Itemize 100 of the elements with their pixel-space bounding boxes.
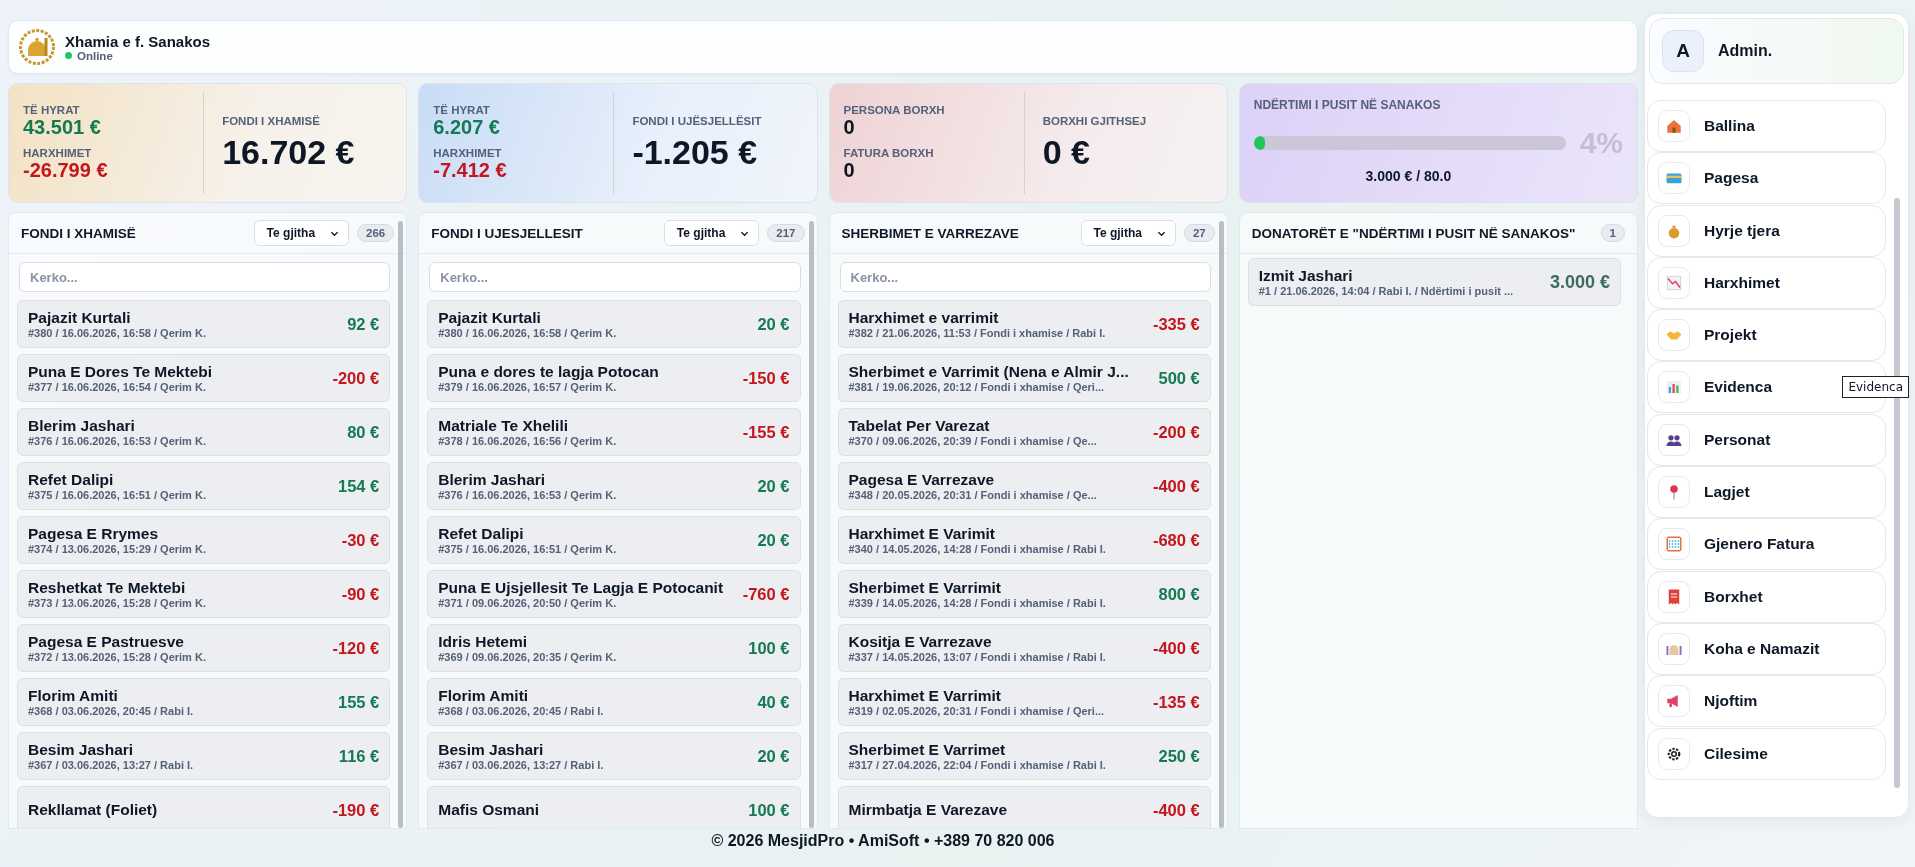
search-field[interactable]: Kerko... bbox=[429, 262, 801, 292]
entry-name: Mafis Osmani bbox=[438, 801, 541, 819]
transaction-card[interactable]: Harxhimet E Varrimit #319 / 02.05.2026, 20:31 / Fondi i xhamise / Qeri... -135 € bbox=[837, 678, 1211, 726]
entry-amount: -680 € bbox=[1152, 530, 1200, 550]
stat-label: PERSONA BORXH bbox=[843, 104, 946, 116]
transaction-card[interactable]: Puna E Dores Te Mektebi #377 / 16.06.2026, 16:54 / Qerim K. -200 € bbox=[17, 354, 391, 402]
entry-details: #317 / 27.04.2026, 22:04 / Fondi i xhamise / Rabi I. bbox=[848, 759, 1107, 771]
nav-item[interactable]: Hyrje tjera bbox=[1647, 204, 1886, 257]
search-field[interactable]: Kerko... bbox=[839, 262, 1211, 292]
entry-details: #378 / 16.06.2026, 16:56 / Qerim K. bbox=[438, 435, 618, 447]
transaction-card[interactable]: Pajazit Kurtali #380 / 16.06.2026, 16:58 / Qerim K. 20 € bbox=[427, 300, 801, 348]
transaction-card[interactable]: Pagesa E Pastruesve #372 / 13.06.2026, 15:28 / Qerim K. -120 € bbox=[17, 624, 391, 672]
entry-amount: 92 € bbox=[347, 314, 380, 334]
nav-item[interactable]: Projekt bbox=[1647, 309, 1886, 362]
transaction-card[interactable]: Florim Amiti #368 / 03.06.2026, 20:45 / Rabi I. 155 € bbox=[17, 678, 391, 726]
scrollbar[interactable] bbox=[808, 221, 814, 828]
entry-details: #319 / 02.05.2026, 20:31 / Fondi i xhamise / Qeri... bbox=[848, 705, 1106, 717]
transaction-card[interactable]: Pajazit Kurtali #380 / 16.06.2026, 16:58 / Qerim K. 92 € bbox=[17, 300, 391, 348]
entry-details: #380 / 16.06.2026, 16:58 / Qerim K. bbox=[28, 327, 207, 339]
transaction-card[interactable]: Blerim Jashari #376 / 16.06.2026, 16:53 / Qerim K. 80 € bbox=[17, 408, 391, 456]
mosque-logo bbox=[19, 29, 55, 65]
entry-name: Harxhimet E Varrimit bbox=[848, 687, 1002, 705]
entry-name: Mirmbatja E Varezave bbox=[848, 801, 1009, 819]
scrollbar[interactable] bbox=[398, 221, 404, 828]
transaction-card[interactable]: Puna E Ujsjellesit Te Lagja E Potocanit #371 / 09.06.2026, 20:50 / Qerim K. -760 € bbox=[427, 570, 801, 618]
transaction-card[interactable]: Rekllamat (Foliet) -190 € bbox=[17, 786, 391, 828]
stat-value: -7.412 € bbox=[433, 159, 508, 182]
transaction-card[interactable]: Harxhimet E Varimit #340 / 14.05.2026, 14:28 / Fondi i xhamise / Rabi I. -680 € bbox=[837, 516, 1211, 564]
entry-details: #367 / 03.06.2026, 13:27 / Rabi I. bbox=[28, 759, 195, 771]
entry-details: #381 / 19.06.2026, 20:12 / Fondi i xhamise / Qeri... bbox=[848, 381, 1106, 393]
entry-details: #372 / 13.06.2026, 15:28 / Qerim K. bbox=[28, 651, 207, 663]
status-text: Online bbox=[77, 49, 113, 62]
entry-details: #369 / 09.06.2026, 20:35 / Qerim K. bbox=[438, 651, 618, 663]
stat-label: FATURA BORXH bbox=[843, 147, 935, 159]
nav-item[interactable]: Personat bbox=[1647, 413, 1886, 466]
column-title: DONATORËT E "NDËRTIMI I PUSIT NË SANAKOS" bbox=[1251, 225, 1577, 241]
transaction-card[interactable]: Matriale Te Xhelili #378 / 16.06.2026, 16:56 / Qerim K. -155 € bbox=[427, 408, 801, 456]
transaction-card[interactable]: Harxhimet e varrimit #382 / 21.06.2026, 11:53 / Fondi i xhamise / Rabi I. -335 € bbox=[837, 300, 1211, 348]
transaction-card[interactable]: Sherbimet E Varrimet #317 / 27.04.2026, 22:04 / Fondi i xhamise / Rabi I. 250 € bbox=[837, 732, 1211, 780]
transaction-card[interactable]: Sherbimet e Varrimit (Nena e Almir J... #381 / 19.06.2026, 20:12 / Fondi i xhamise / Qeri... 500 € bbox=[837, 354, 1211, 402]
stat-value: 6.207 € bbox=[433, 116, 501, 139]
nav-item[interactable]: Ballina bbox=[1647, 100, 1886, 152]
entry-amount: -760 € bbox=[742, 584, 790, 604]
entry-amount: -30 € bbox=[341, 530, 380, 550]
nav-item[interactable]: Cilesime bbox=[1647, 727, 1886, 780]
transaction-card[interactable]: Refet Dalipi #375 / 16.06.2026, 16:51 / Qerim K. 20 € bbox=[427, 516, 801, 564]
search-field[interactable]: Kerko... bbox=[19, 262, 391, 292]
filter-dropdown[interactable]: Te gjitha bbox=[663, 220, 760, 246]
entry-details: #340 / 14.05.2026, 14:28 / Fondi i xhamise / Rabi I. bbox=[848, 543, 1107, 555]
filter-dropdown[interactable]: Te gjitha bbox=[253, 220, 350, 246]
entry-amount: 500 € bbox=[1158, 368, 1200, 388]
transaction-card[interactable]: Kositja E Varrezave #337 / 14.05.2026, 13:07 / Fondi i xhamise / Rabi I. -400 € bbox=[837, 624, 1211, 672]
nav-item[interactable]: Pagesa bbox=[1647, 152, 1886, 205]
stat-value: 43.501 € bbox=[23, 116, 102, 139]
transaction-card[interactable]: Refet Dalipi #375 / 16.06.2026, 16:51 / Qerim K. 154 € bbox=[17, 462, 391, 510]
transaction-card[interactable]: Pagesa E Varrezave #348 / 20.05.2026, 20:31 / Fondi i xhamise / Qe... -400 € bbox=[837, 462, 1211, 510]
transaction-card[interactable]: Idris Hetemi #369 / 09.06.2026, 20:35 / Qerim K. 100 € bbox=[427, 624, 801, 672]
filter-dropdown[interactable]: Te gjitha bbox=[1080, 220, 1176, 246]
nav-item[interactable]: Gjenero Fatura bbox=[1647, 518, 1886, 571]
entry-amount: 250 € bbox=[1158, 746, 1200, 766]
entry-details: #370 / 09.06.2026, 20:39 / Fondi i xhamise / Qe... bbox=[848, 435, 1098, 447]
nav-item[interactable]: Njoftim bbox=[1647, 675, 1886, 728]
nav-item[interactable]: Lagjet bbox=[1647, 466, 1886, 519]
scrollbar[interactable] bbox=[1218, 221, 1224, 828]
entry-details: #1 / 21.06.2026, 14:04 / Rabi I. / Ndërtimi i pusit ... bbox=[1258, 285, 1515, 297]
transaction-card[interactable]: Tabelat Per Varezat #370 / 09.06.2026, 20:39 / Fondi i xhamise / Qe... -200 € bbox=[837, 408, 1211, 456]
entry-details: #337 / 14.05.2026, 13:07 / Fondi i xhamise / Rabi I. bbox=[848, 651, 1107, 663]
stat-label: BORXHI GJITHSEJ bbox=[1042, 114, 1148, 127]
entry-details: #375 / 16.06.2026, 16:51 / Qerim K. bbox=[438, 543, 618, 555]
entry-amount: -400 € bbox=[1152, 638, 1200, 658]
nav-item[interactable]: Koha e Namazit bbox=[1647, 622, 1886, 675]
transaction-card[interactable]: Blerim Jashari #376 / 16.06.2026, 16:53 / Qerim K. 20 € bbox=[427, 462, 801, 510]
transaction-card[interactable]: Florim Amiti #368 / 03.06.2026, 20:45 / Rabi I. 40 € bbox=[427, 678, 801, 726]
entry-name: Sherbimet E Varrimit bbox=[848, 579, 1002, 597]
entry-details: #375 / 16.06.2026, 16:51 / Qerim K. bbox=[28, 489, 207, 501]
transaction-card[interactable]: Mirmbatja E Varezave -400 € bbox=[837, 786, 1211, 828]
transaction-card[interactable]: Pagesa E Rrymes #374 / 13.06.2026, 15:29 / Qerim K. -30 € bbox=[17, 516, 391, 564]
entry-name: Puna e dores te lagja Potocan bbox=[438, 363, 660, 381]
nav-item[interactable]: Harxhimet bbox=[1647, 256, 1886, 309]
stat-label: FONDI I XHAMISË bbox=[222, 114, 321, 127]
transaction-card[interactable]: Izmit Jashari #1 / 21.06.2026, 14:04 / Rabi I. / Ndërtimi i pusit ... 3.000 € bbox=[1247, 258, 1621, 306]
transaction-card[interactable]: Sherbimet E Varrimit #339 / 14.05.2026, 14:28 / Fondi i xhamise / Rabi I. 800 € bbox=[837, 570, 1211, 618]
entry-name: Harxhimet e varrimit bbox=[848, 309, 1000, 327]
entry-amount: -90 € bbox=[341, 584, 380, 604]
entry-name: Harxhimet E Varimit bbox=[848, 525, 996, 543]
transaction-card[interactable]: Reshetkat Te Mektebi #373 / 13.06.2026, 15:28 / Qerim K. -90 € bbox=[17, 570, 391, 618]
transaction-card[interactable]: Besim Jashari #367 / 03.06.2026, 13:27 / Rabi I. 20 € bbox=[427, 732, 801, 780]
bar-chart-icon bbox=[1665, 378, 1683, 397]
entry-name: Blerim Jashari bbox=[438, 471, 547, 489]
column-title: FONDI I XHAMISË bbox=[21, 225, 137, 241]
avatar: A bbox=[1662, 30, 1704, 72]
transaction-card[interactable]: Puna e dores te lagja Potocan #379 / 16.06.2026, 16:57 / Qerim K. -150 € bbox=[427, 354, 801, 402]
entry-amount: -135 € bbox=[1152, 692, 1200, 712]
transaction-card[interactable]: Mafis Osmani 100 € bbox=[427, 786, 801, 828]
nav-item[interactable]: Borxhet bbox=[1647, 570, 1886, 623]
transaction-card[interactable]: Besim Jashari #367 / 03.06.2026, 13:27 / Rabi I. 116 € bbox=[17, 732, 391, 780]
entry-details: #374 / 13.06.2026, 15:29 / Qerim K. bbox=[28, 543, 207, 555]
project-title: NDËRTIMI I PUSIT NË SANAKOS bbox=[1253, 98, 1442, 112]
progress-amount: 3.000 € / 80.0 bbox=[1364, 168, 1453, 184]
entry-amount: 20 € bbox=[757, 476, 790, 496]
